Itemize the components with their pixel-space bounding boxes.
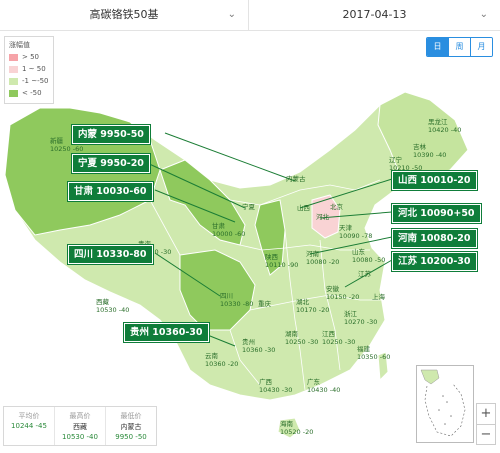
callout-gansu[interactable]: 甘肃 10030-60 [68, 182, 153, 201]
legend-title: 涨幅值 [9, 41, 30, 49]
stat-highest: 最高价 西藏 10530 -40 [55, 407, 106, 445]
legend-swatch [9, 77, 18, 85]
legend-swatch [9, 65, 18, 73]
callout-ningxia[interactable]: 宁夏 9950-20 [72, 154, 150, 173]
callout-shanxi[interactable]: 山西 10010-20 [392, 171, 477, 190]
legend-item[interactable]: > 50 [9, 53, 39, 62]
tab-week[interactable]: 周 [448, 38, 470, 56]
legend-item[interactable]: < -50 [9, 89, 42, 98]
top-bar: 高碳铬铁50基 ⌄ 2017-04-13 ⌄ [0, 0, 500, 31]
callout-henan[interactable]: 河南 10080-20 [392, 229, 477, 248]
product-dropdown-label: 高碳铬铁50基 [89, 8, 159, 21]
callout-guizhou[interactable]: 贵州 10360-30 [124, 323, 209, 342]
zoom-controls: + − [476, 403, 496, 445]
chevron-down-icon: ⌄ [479, 9, 488, 20]
zoom-in-button[interactable]: + [477, 404, 495, 424]
callout-sichuan[interactable]: 四川 10330-80 [68, 245, 153, 264]
stat-lowest: 最低价 内蒙古 9950 -50 [115, 412, 147, 441]
callout-jiangsu[interactable]: 江苏 10200-30 [392, 252, 477, 271]
date-dropdown[interactable]: 2017-04-13 ⌄ [249, 0, 500, 30]
zoom-out-button[interactable]: − [477, 424, 495, 445]
callout-neimeng[interactable]: 内蒙 9950-50 [72, 125, 150, 144]
region-taiwan [377, 351, 389, 382]
date-dropdown-label: 2017-04-13 [342, 8, 407, 21]
inset-svg [420, 369, 466, 437]
legend-item[interactable]: 1 ~ 50 [9, 65, 46, 74]
stat-average: 平均价 10244 -45 [4, 407, 55, 445]
legend-swatch [9, 89, 18, 97]
callout-hebei[interactable]: 河北 10090+50 [392, 204, 481, 223]
chevron-down-icon: ⌄ [227, 9, 236, 20]
product-dropdown[interactable]: 高碳铬铁50基 ⌄ [0, 0, 249, 30]
legend: 涨幅值 > 50 1 ~ 50 -1 ~-50 < -50 [4, 36, 54, 104]
region-hainan [277, 417, 301, 439]
tab-month[interactable]: 月 [470, 38, 492, 56]
period-tabs: 日 周 月 [426, 37, 493, 57]
south-china-sea-inset [416, 365, 474, 443]
price-stats: 平均价 10244 -45 最高价 西藏 10530 -40 最低价 内蒙古 9… [3, 406, 157, 446]
legend-item[interactable]: -1 ~-50 [9, 77, 49, 86]
legend-swatch [9, 53, 18, 61]
tab-day[interactable]: 日 [427, 38, 448, 56]
